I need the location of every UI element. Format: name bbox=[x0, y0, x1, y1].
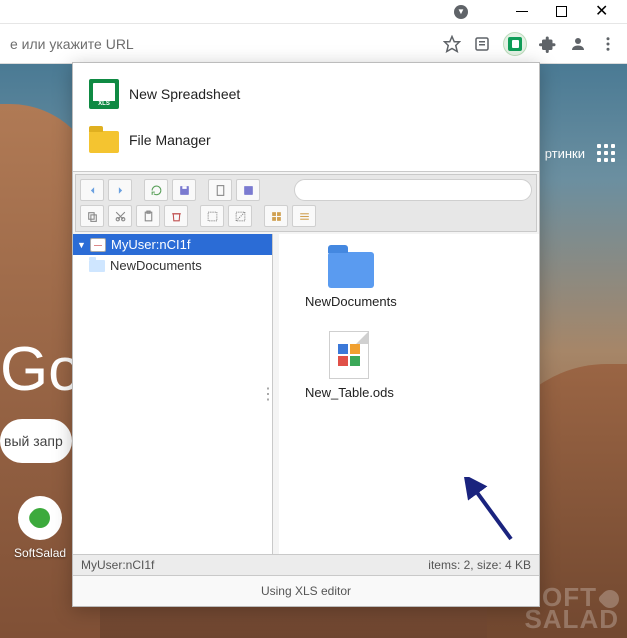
browser-toolbar: е или укажите URL bbox=[0, 24, 627, 64]
search-placeholder-text: вый запр bbox=[4, 433, 63, 449]
popup-menu: New Spreadsheet File Manager bbox=[73, 63, 539, 171]
shortcut-label: SoftSalad bbox=[14, 546, 66, 560]
folder-icon bbox=[89, 125, 119, 155]
shortcut-softsalad[interactable]: SoftSalad bbox=[14, 496, 66, 560]
deselect-button[interactable] bbox=[228, 205, 252, 227]
copy-button[interactable] bbox=[80, 205, 104, 227]
google-logo: Go bbox=[0, 334, 82, 405]
delete-button[interactable] bbox=[164, 205, 188, 227]
extensions-puzzle-icon[interactable] bbox=[539, 35, 557, 53]
file-manager: ▼ MyUser:nCI1f NewDocuments ⋮⋮ NewDocume… bbox=[73, 171, 539, 606]
folder-tree: ▼ MyUser:nCI1f NewDocuments bbox=[73, 234, 273, 554]
tree-caret-icon: ▼ bbox=[77, 240, 85, 250]
fm-search-input[interactable] bbox=[294, 179, 532, 201]
view-icons-button[interactable] bbox=[264, 205, 288, 227]
file-new-table-ods[interactable]: New_Table.ods bbox=[305, 331, 394, 400]
reading-list-icon[interactable] bbox=[473, 35, 491, 53]
nav-back-button[interactable] bbox=[80, 179, 104, 201]
address-bar[interactable]: е или укажите URL bbox=[10, 36, 443, 52]
fm-body: ▼ MyUser:nCI1f NewDocuments ⋮⋮ NewDocume… bbox=[73, 234, 539, 554]
menu-label: New Spreadsheet bbox=[129, 86, 240, 102]
new-file-button[interactable] bbox=[208, 179, 232, 201]
shortcut-icon bbox=[18, 496, 62, 540]
status-path: MyUser:nCI1f bbox=[81, 558, 428, 572]
bookmark-star-icon[interactable] bbox=[443, 35, 461, 53]
select-all-button[interactable] bbox=[200, 205, 224, 227]
view-list-button[interactable] bbox=[292, 205, 316, 227]
menu-file-manager[interactable]: File Manager bbox=[83, 117, 529, 163]
folder-icon bbox=[328, 252, 374, 288]
save-as-button[interactable] bbox=[236, 179, 260, 201]
fm-statusbar: MyUser:nCI1f items: 2, size: 4 KB bbox=[73, 554, 539, 575]
file-pane[interactable]: NewDocuments New_Table.ods bbox=[279, 234, 539, 554]
reload-button[interactable] bbox=[144, 179, 168, 201]
window-close-button[interactable]: ✕ bbox=[595, 6, 607, 18]
menu-new-spreadsheet[interactable]: New Spreadsheet bbox=[83, 71, 529, 117]
nav-forward-button[interactable] bbox=[108, 179, 132, 201]
cut-button[interactable] bbox=[108, 205, 132, 227]
toolbar-actions bbox=[443, 32, 617, 56]
file-label: NewDocuments bbox=[305, 294, 397, 309]
folder-newdocuments[interactable]: NewDocuments bbox=[305, 252, 397, 309]
ods-file-icon bbox=[329, 331, 369, 379]
save-button[interactable] bbox=[172, 179, 196, 201]
tree-label: NewDocuments bbox=[110, 258, 202, 273]
profile-avatar-icon[interactable] bbox=[569, 35, 587, 53]
folder-icon bbox=[89, 260, 105, 272]
fm-toolbar bbox=[75, 174, 537, 232]
extension-popup: New Spreadsheet File Manager bbox=[72, 62, 540, 607]
popup-footer: Using XLS editor bbox=[73, 575, 539, 606]
xls-editor-extension-icon[interactable] bbox=[503, 32, 527, 56]
xls-file-icon bbox=[89, 79, 119, 109]
window-maximize-button[interactable] bbox=[556, 6, 567, 17]
google-images-link[interactable]: ртинки bbox=[545, 146, 585, 161]
kebab-menu-icon[interactable] bbox=[599, 35, 617, 53]
tree-root-item[interactable]: ▼ MyUser:nCI1f bbox=[73, 234, 272, 255]
tree-label: MyUser:nCI1f bbox=[111, 237, 190, 252]
window-titlebar: ▼ ✕ bbox=[0, 0, 627, 24]
home-icon bbox=[90, 238, 106, 252]
file-label: New_Table.ods bbox=[305, 385, 394, 400]
tab-dropdown-icon[interactable]: ▼ bbox=[454, 5, 468, 19]
google-apps-icon[interactable] bbox=[597, 144, 615, 162]
google-header-right: ртинки bbox=[545, 144, 615, 162]
status-items: items: 2, size: 4 KB bbox=[428, 558, 531, 572]
window-minimize-button[interactable] bbox=[516, 11, 528, 12]
menu-label: File Manager bbox=[129, 132, 211, 148]
google-search-box[interactable]: вый запр bbox=[0, 419, 72, 463]
tree-child-item[interactable]: NewDocuments bbox=[73, 255, 272, 276]
paste-button[interactable] bbox=[136, 205, 160, 227]
